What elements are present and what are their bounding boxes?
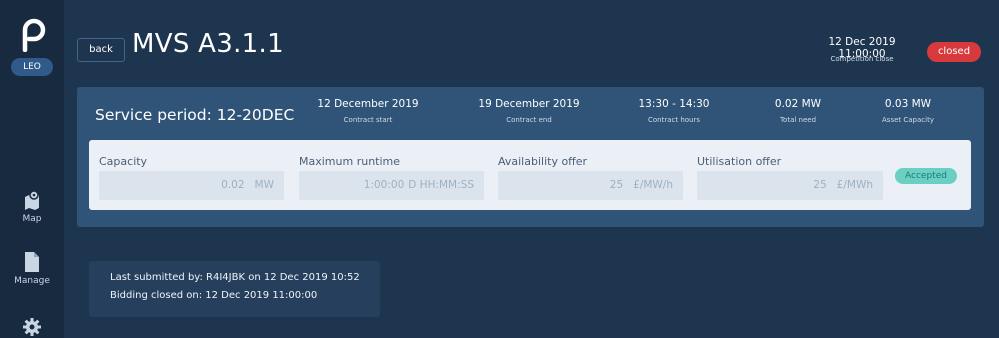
stat-value: 19 December 2019 — [478, 98, 580, 110]
availability-offer-value: 25 — [609, 179, 624, 191]
status-badge: closed — [927, 42, 981, 62]
stat-value: 13:30 - 14:30 — [638, 98, 710, 110]
capacity-value: 0.02 — [221, 179, 245, 191]
stat-total-need: 0.02 MW Total need — [758, 98, 838, 124]
back-button[interactable]: back — [77, 38, 125, 62]
map-icon — [25, 190, 39, 210]
stat-label: Contract hours — [647, 116, 701, 124]
availability-offer-unit: £/MW/h — [633, 179, 673, 191]
stat-value: 12 December 2019 — [317, 98, 419, 110]
stat-contract-start: 12 December 2019 Contract start — [316, 98, 420, 124]
sidebar-item-label: Map — [22, 214, 42, 224]
offer-status-badge: Accepted — [895, 168, 957, 184]
last-submitted-text: Last submitted by: R4I4JBK on 12 Dec 201… — [110, 272, 360, 283]
max-runtime-label: Maximum runtime — [299, 155, 401, 168]
stat-value: 0.03 MW — [884, 98, 932, 110]
gear-icon — [23, 318, 41, 336]
sidebar-item-label: Manage — [14, 276, 50, 286]
page-title: MVS A3.1.1 — [132, 29, 284, 59]
service-period-title: Service period: 12-20DEC — [95, 106, 295, 124]
max-runtime-unit: D HH:MM:SS — [408, 179, 474, 191]
utilisation-offer-field[interactable]: 25 £/MWh — [697, 171, 883, 200]
capacity-unit: MW — [254, 179, 274, 191]
utilisation-offer-label: Utilisation offer — [697, 155, 782, 168]
stat-asset-capacity: 0.03 MW Asset Capacity — [868, 98, 948, 124]
user-badge[interactable]: LEO — [11, 58, 53, 76]
availability-offer-field[interactable]: 25 £/MW/h — [498, 171, 683, 200]
capacity-field[interactable]: 0.02 MW — [99, 171, 284, 200]
stat-label: Contract end — [506, 116, 552, 124]
availability-offer-label: Availability offer — [498, 155, 588, 168]
stat-label: Total need — [779, 116, 817, 124]
competition-close-label: Competition close — [830, 55, 894, 63]
sidebar-item-map[interactable]: Map — [0, 190, 64, 224]
submission-info-box — [89, 261, 380, 317]
max-runtime-field[interactable]: 1:00:00 D HH:MM:SS — [299, 171, 484, 200]
capacity-label: Capacity — [99, 155, 148, 168]
max-runtime-value: 1:00:00 — [363, 179, 405, 191]
stat-contract-end: 19 December 2019 Contract end — [474, 98, 584, 124]
stat-contract-hours: 13:30 - 14:30 Contract hours — [626, 98, 722, 124]
document-icon — [25, 252, 39, 272]
sidebar: LEO Map Manage — [0, 0, 64, 338]
utilisation-offer-value: 25 — [813, 179, 827, 191]
sidebar-item-settings[interactable] — [0, 318, 64, 338]
bidding-closed-text: Bidding closed on: 12 Dec 2019 11:00:00 — [110, 290, 318, 301]
stat-value: 0.02 MW — [774, 98, 822, 110]
stat-label: Contract start — [343, 116, 393, 124]
brand-logo-icon — [22, 18, 46, 52]
sidebar-item-manage[interactable]: Manage — [0, 252, 64, 286]
stat-label: Asset Capacity — [882, 116, 934, 124]
utilisation-offer-unit: £/MWh — [836, 179, 873, 191]
